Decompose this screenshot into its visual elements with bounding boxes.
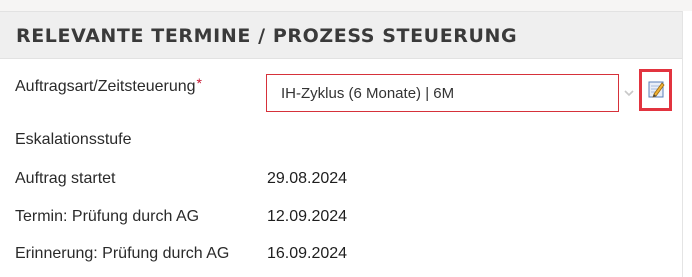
erinnerung-pruefung-value: 16.09.2024 <box>267 245 348 262</box>
section-title: RELEVANTE TERMINE / PROZESS STEUERUNG <box>16 25 518 47</box>
auftragsart-label-text: Auftragsart/Zeitsteuerung <box>15 78 196 95</box>
auftragsart-selected-value: IH-Zyklus (6 Monate) | 6M <box>281 85 455 102</box>
eskalationsstufe-label: Eskalationsstufe <box>15 131 132 148</box>
section-header: RELEVANTE TERMINE / PROZESS STEUERUNG <box>0 11 682 59</box>
termin-pruefung-label: Termin: Prüfung durch AG <box>15 208 200 225</box>
erinnerung-pruefung-label: Erinnerung: Prüfung durch AG <box>15 245 230 262</box>
auftragsart-label: Auftragsart/Zeitsteuerung* <box>15 75 202 96</box>
auftrag-startet-label: Auftrag startet <box>15 170 116 187</box>
required-marker: * <box>196 75 202 91</box>
edit-pencil-icon <box>648 81 665 98</box>
top-strip <box>0 0 692 11</box>
termin-pruefung-value: 12.09.2024 <box>267 208 348 225</box>
auftrag-startet-value: 29.08.2024 <box>267 170 348 187</box>
chevron-down-icon[interactable] <box>623 88 635 98</box>
panel-border <box>682 11 683 277</box>
edit-button[interactable] <box>639 69 672 111</box>
auftragsart-select[interactable]: IH-Zyklus (6 Monate) | 6M <box>266 74 619 112</box>
